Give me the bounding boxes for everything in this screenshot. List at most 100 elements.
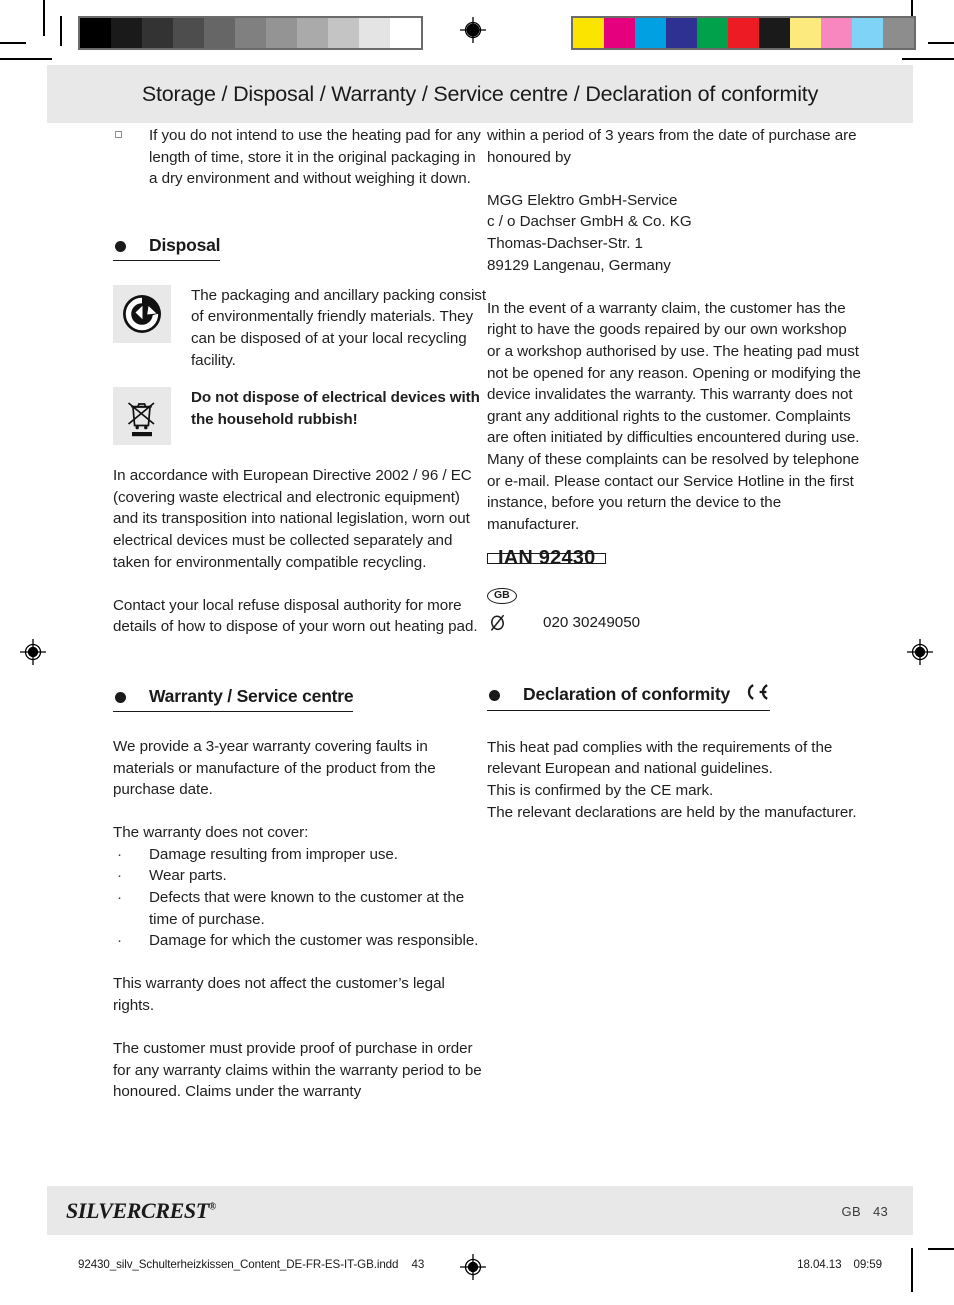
round-bullet-icon	[115, 240, 126, 252]
warranty-claim-paragraph: In the event of a warranty claim, the cu…	[487, 299, 861, 533]
trim-mark-top-left-vertical	[60, 16, 62, 46]
print-timestamp-line: 18.04.13 09:59	[797, 1258, 882, 1271]
calibration-swatch	[883, 18, 914, 48]
exclusion-list-item: · Defects that were known to the custome…	[113, 887, 487, 930]
warranty-heading-wrap: Warranty / Service centre	[113, 684, 487, 712]
ian-number-box: IAN 92430	[487, 548, 607, 568]
calibration-swatch	[790, 18, 821, 48]
conformity-line: The relevant declarations are held by th…	[487, 803, 857, 821]
left-column: If you do not intend to use the heating …	[113, 123, 487, 1103]
crop-mark-top-right-horizontal	[928, 42, 954, 44]
calibration-swatch	[759, 18, 790, 48]
calibration-swatch	[142, 18, 173, 48]
exclusion-list-item: · Damage resulting from improper use.	[113, 844, 487, 866]
crop-mark-bottom-right-horizontal	[928, 1248, 954, 1250]
service-hotline-number: 020 30249050	[543, 614, 641, 632]
exclusion-list-item: · Damage for which the customer was resp…	[113, 930, 487, 952]
exclusion-list-item-text: Wear parts.	[149, 867, 227, 885]
page-title: Storage / Disposal / Warranty / Service …	[141, 82, 819, 106]
trim-mark-top-left-horizontal	[0, 58, 52, 60]
crop-mark-top-left-vertical	[43, 0, 45, 36]
warranty-heading-label: Warranty / Service centre	[149, 685, 354, 706]
weee-disposal-text: Do not dispose of electrical devices wit…	[191, 389, 480, 428]
calibration-swatch	[821, 18, 852, 48]
crossed-out-wheelie-bin-icon	[113, 387, 171, 446]
calibration-swatch	[80, 18, 111, 48]
trim-mark-top-right-horizontal	[902, 58, 954, 60]
calibration-swatch	[728, 18, 759, 48]
middot-bullet-icon: ·	[117, 932, 123, 950]
page-country-code: GB	[841, 1204, 861, 1219]
address-line: Thomas-Dachser-Str. 1	[487, 234, 643, 252]
middot-bullet-icon: ·	[117, 889, 123, 907]
page-content: If you do not intend to use the heating …	[47, 123, 913, 1195]
address-line: MGG Elektro GmbH-Service	[487, 191, 678, 209]
print-filename: 92430_silv_Schulterheizkissen_Content_DE…	[78, 1258, 399, 1271]
round-bullet-icon	[489, 689, 500, 701]
calibration-swatch	[604, 18, 635, 48]
calibration-swatch	[266, 18, 297, 48]
calibration-swatch	[359, 18, 390, 48]
service-hotline-row: 020 30249050	[487, 612, 861, 634]
warranty-exclusions-label: The warranty does not cover:	[113, 824, 309, 842]
calibration-swatch	[666, 18, 697, 48]
conformity-text-block: This heat pad complies with the requirem…	[487, 737, 861, 823]
document-page: Storage / Disposal / Warranty / Service …	[47, 65, 913, 1235]
proof-of-purchase-paragraph: The customer must provide proof of purch…	[113, 1040, 482, 1101]
page-number-block: GB 43	[842, 1204, 888, 1219]
middot-bullet-icon: ·	[117, 867, 123, 885]
calibration-swatch	[328, 18, 359, 48]
brand-name-silver: SILVER	[66, 1198, 142, 1223]
silvercrest-logo: SILVERCREST®	[66, 1198, 216, 1224]
calibration-swatch	[635, 18, 666, 48]
storage-list-item: If you do not intend to use the heating …	[113, 125, 487, 190]
exclusion-list-item-text: Defects that were known to the customer …	[149, 889, 465, 928]
address-line: c / o Dachser GmbH & Co. KG	[487, 213, 692, 231]
brand-name-crest: CREST	[141, 1198, 209, 1223]
middot-bullet-icon: ·	[117, 845, 123, 863]
round-bullet-icon	[115, 691, 126, 703]
print-time: 09:59	[853, 1258, 882, 1271]
directive-paragraph: In accordance with European Directive 20…	[113, 467, 472, 571]
ian-box-wrap: IAN 92430	[487, 548, 861, 568]
warranty-heading: Warranty / Service centre	[113, 684, 354, 712]
print-page-number: 43	[411, 1258, 425, 1271]
exclusion-list-item-text: Damage for which the customer was respon…	[149, 932, 479, 950]
weee-disposal-row: Do not dispose of electrical devices wit…	[113, 387, 487, 446]
calibration-swatch	[297, 18, 328, 48]
conformity-line: This is confirmed by the CE mark.	[487, 782, 714, 800]
service-address-block: MGG Elektro GmbH-Service c / o Dachser G…	[487, 190, 861, 276]
calibration-swatch	[697, 18, 728, 48]
address-line: 89129 Langenau, Germany	[487, 256, 671, 274]
crop-mark-top-left-horizontal	[0, 42, 26, 44]
conformity-heading: Declaration of conformity	[487, 682, 770, 711]
print-date: 18.04.13	[797, 1258, 842, 1271]
warranty-continuation-paragraph: within a period of 3 years from the date…	[487, 127, 857, 166]
conformity-line: This heat pad complies with the requirem…	[487, 738, 833, 778]
calibration-swatch	[852, 18, 883, 48]
exclusion-list-item: · Wear parts.	[113, 865, 487, 887]
conformity-heading-wrap: Declaration of conformity	[487, 682, 861, 711]
packaging-disposal-text: The packaging and ancillary packing cons…	[191, 286, 487, 369]
disposal-heading: Disposal	[113, 233, 221, 261]
telephone-icon	[488, 613, 507, 639]
exclusion-list-item-text: Damage resulting from improper use.	[149, 845, 398, 863]
color-calibration-bar	[571, 16, 916, 50]
crop-mark-bottom-right-vertical	[911, 1248, 913, 1292]
calibration-swatch	[573, 18, 604, 48]
ce-mark-icon	[740, 683, 770, 707]
print-filename-line: 92430_silv_Schulterheizkissen_Content_DE…	[78, 1258, 424, 1271]
calibration-swatch	[204, 18, 235, 48]
storage-list-item-text: If you do not intend to use the heating …	[149, 127, 481, 188]
registration-mark-top-center	[460, 17, 486, 43]
registration-mark-bottom-center	[460, 1254, 486, 1280]
